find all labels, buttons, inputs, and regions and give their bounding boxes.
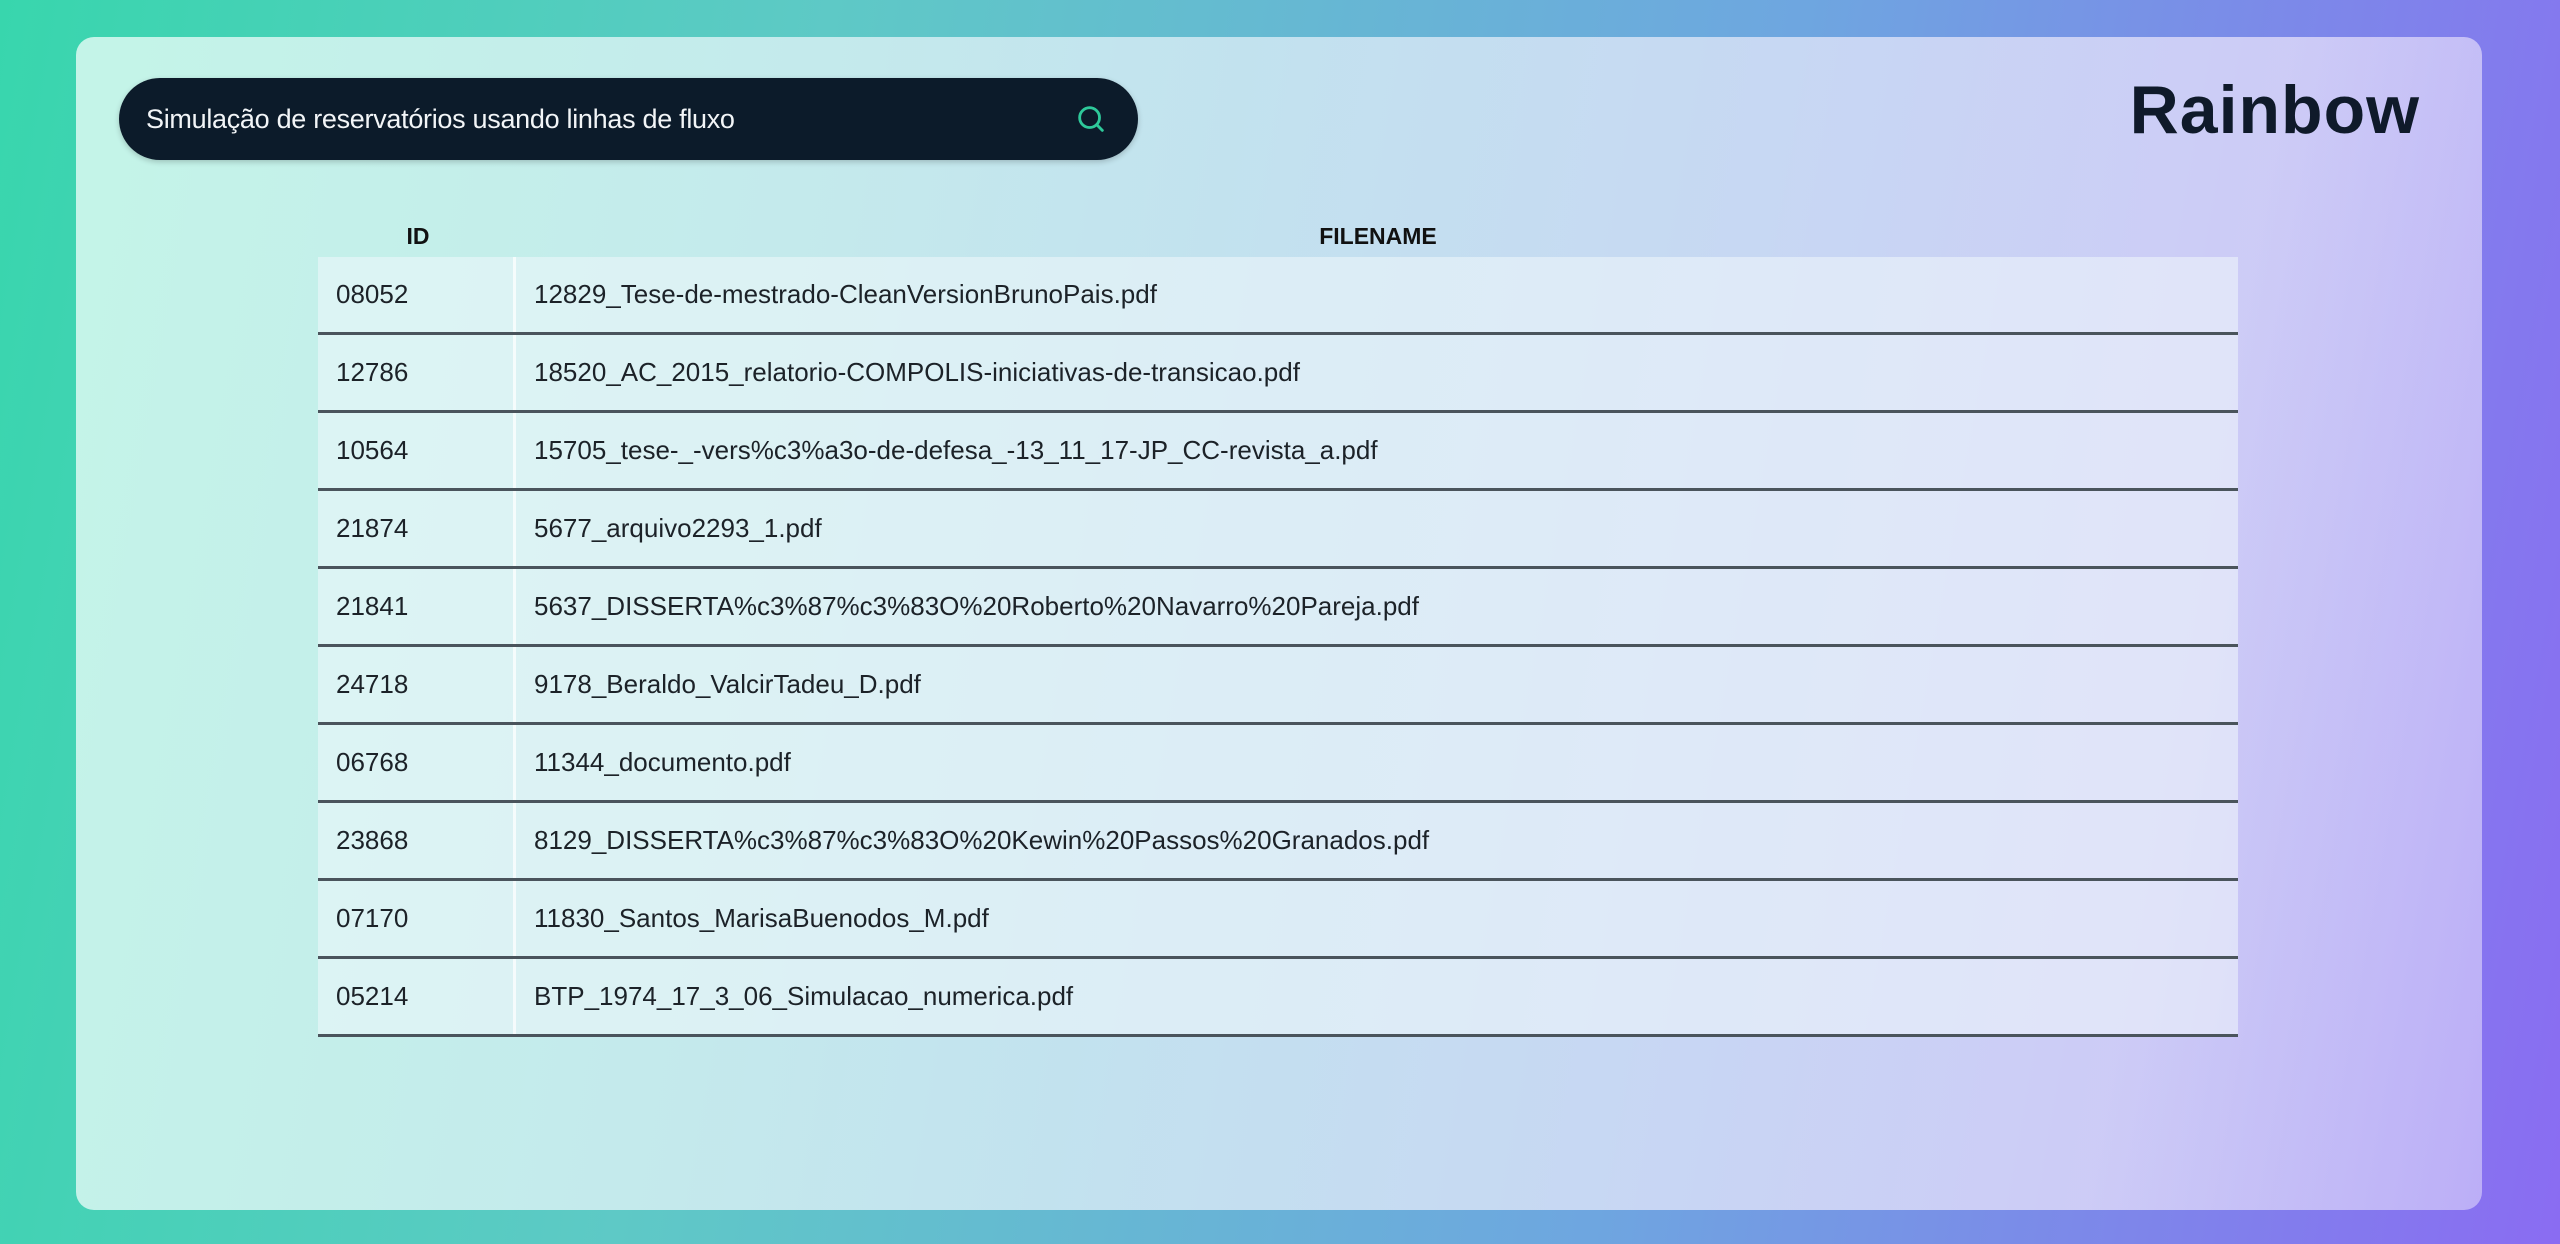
table-row[interactable]: 21841 5637_DISSERTA%c3%87%c3%83O%20Robert… (318, 569, 2238, 647)
cell-filename[interactable]: 8129_DISSERTA%c3%87%c3%83O%20Kewin%20Pas… (516, 825, 2238, 856)
table-row[interactable]: 23868 8129_DISSERTA%c3%87%c3%83O%20Kewin%… (318, 803, 2238, 881)
cell-filename[interactable]: BTP_1974_17_3_06_Simulacao_numerica.pdf (516, 981, 2238, 1012)
column-header-id: ID (406, 222, 430, 249)
cell-filename[interactable]: 5637_DISSERTA%c3%87%c3%83O%20Roberto%20N… (516, 591, 2238, 622)
cell-filename[interactable]: 12829_Tese-de-mestrado-CleanVersionBruno… (516, 279, 2238, 310)
cell-filename[interactable]: 9178_Beraldo_ValcirTadeu_D.pdf (516, 669, 2238, 700)
table-row[interactable]: 12786 18520_AC_2015_relatorio-COMPOLIS-in… (318, 335, 2238, 413)
cell-filename[interactable]: 11830_Santos_MarisaBuenodos_M.pdf (516, 903, 2238, 934)
main-panel: Simulação de reservatórios usando linhas… (76, 37, 2482, 1210)
results-table: ID FILENAME 08052 12829_Tese-de-mestrado-… (318, 215, 2238, 1037)
cell-id: 24718 (318, 647, 516, 722)
table-row[interactable]: 21874 5677_arquivo2293_1.pdf (318, 491, 2238, 569)
cell-filename[interactable]: 11344_documento.pdf (516, 747, 2238, 778)
cell-id: 12786 (318, 335, 516, 410)
table-row[interactable]: 08052 12829_Tese-de-mestrado-CleanVersion… (318, 257, 2238, 335)
search-input[interactable]: Simulação de reservatórios usando linhas… (146, 104, 1074, 135)
cell-filename[interactable]: 18520_AC_2015_relatorio-COMPOLIS-iniciat… (516, 357, 2238, 388)
table-row[interactable]: 07170 11830_Santos_MarisaBuenodos_M.pdf (318, 881, 2238, 959)
search-bar[interactable]: Simulação de reservatórios usando linhas… (119, 78, 1138, 160)
brand-logo: Rainbow (2129, 72, 2420, 148)
table-row[interactable]: 10564 15705_tese-_-vers%c3%a3o-de-defesa_… (318, 413, 2238, 491)
table-row[interactable]: 24718 9178_Beraldo_ValcirTadeu_D.pdf (318, 647, 2238, 725)
cell-id: 05214 (318, 959, 516, 1034)
cell-id: 08052 (318, 257, 516, 332)
cell-id: 21874 (318, 491, 516, 566)
cell-id: 10564 (318, 413, 516, 488)
cell-filename[interactable]: 15705_tese-_-vers%c3%a3o-de-defesa_-13_1… (516, 435, 2238, 466)
cell-filename[interactable]: 5677_arquivo2293_1.pdf (516, 513, 2238, 544)
table-header: ID FILENAME (318, 215, 2238, 257)
cell-id: 06768 (318, 725, 516, 800)
search-icon[interactable] (1074, 102, 1108, 136)
cell-id: 07170 (318, 881, 516, 956)
cell-id: 23868 (318, 803, 516, 878)
table-row[interactable]: 05214 BTP_1974_17_3_06_Simulacao_numerica… (318, 959, 2238, 1037)
cell-id: 21841 (318, 569, 516, 644)
table-row[interactable]: 06768 11344_documento.pdf (318, 725, 2238, 803)
column-header-filename: FILENAME (1319, 222, 1437, 249)
